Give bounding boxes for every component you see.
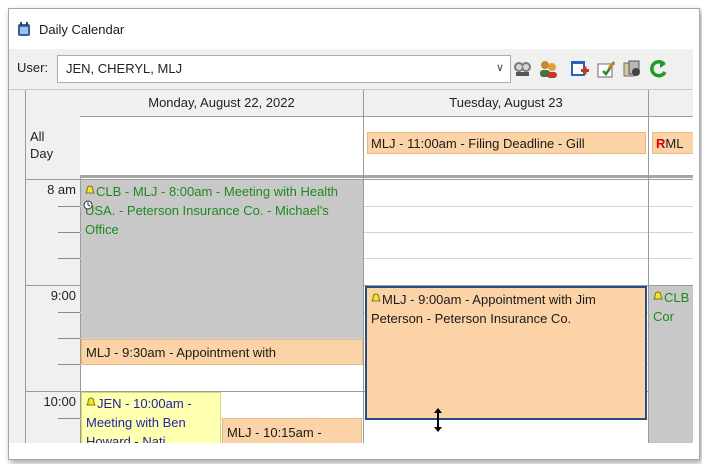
calendar-app-icon (18, 22, 30, 36)
add-event-icon[interactable] (569, 58, 591, 80)
chevron-down-icon[interactable]: ∨ (496, 61, 504, 74)
bell-icon (653, 291, 663, 300)
user-select[interactable]: JEN, CHERYL, MLJ ∨ (57, 55, 511, 83)
window-title: Daily Calendar (39, 22, 125, 37)
torn-edge-right (693, 9, 699, 459)
time-label-9: 9:00 (50, 288, 76, 303)
appointment-clb-meeting[interactable]: CLB - MLJ - 8:00am - Meeting with Health… (81, 180, 363, 338)
all-day-label: All Day (30, 129, 54, 161)
bell-icon (371, 293, 381, 302)
torn-edge-bottom (9, 443, 699, 459)
find-icon[interactable] (511, 58, 533, 80)
time-label-10: 10:00 (43, 394, 76, 409)
toolbar: User: JEN, CHERYL, MLJ ∨ (9, 49, 699, 90)
title-bar: Daily Calendar (9, 9, 699, 50)
copy-icon[interactable] (621, 58, 643, 80)
calendar-grid: Monday, August 22, 2022 Tuesday, August … (25, 90, 699, 459)
bell-icon (85, 185, 95, 194)
daily-calendar-window: Daily Calendar User: JEN, CHERYL, MLJ ∨ (8, 8, 700, 460)
all-day-monday[interactable] (80, 117, 364, 178)
edit-icon[interactable] (595, 58, 617, 80)
time-label-8am: 8 am (47, 182, 76, 197)
refresh-icon[interactable] (647, 58, 669, 80)
appointment-mlj-900-selected[interactable]: MLJ - 9:00am - Appointment with Jim Pete… (365, 286, 647, 420)
user-select-value: JEN, CHERYL, MLJ (66, 61, 183, 76)
recurring-icon (83, 200, 93, 210)
resize-cursor-icon (434, 408, 442, 432)
user-label: User: (17, 60, 49, 75)
bell-icon (86, 397, 96, 406)
day-header-monday[interactable]: Monday, August 22, 2022 (80, 90, 364, 117)
appointment-mlj-930[interactable]: MLJ - 9:30am - Appointment with (81, 339, 363, 365)
day-header-tuesday[interactable]: Tuesday, August 23 (364, 90, 649, 117)
allday-event-filing-deadline[interactable]: MLJ - 11:00am - Filing Deadline - Gill (367, 132, 646, 154)
recurring-marker: R (656, 136, 666, 151)
users-icon[interactable] (537, 58, 559, 80)
